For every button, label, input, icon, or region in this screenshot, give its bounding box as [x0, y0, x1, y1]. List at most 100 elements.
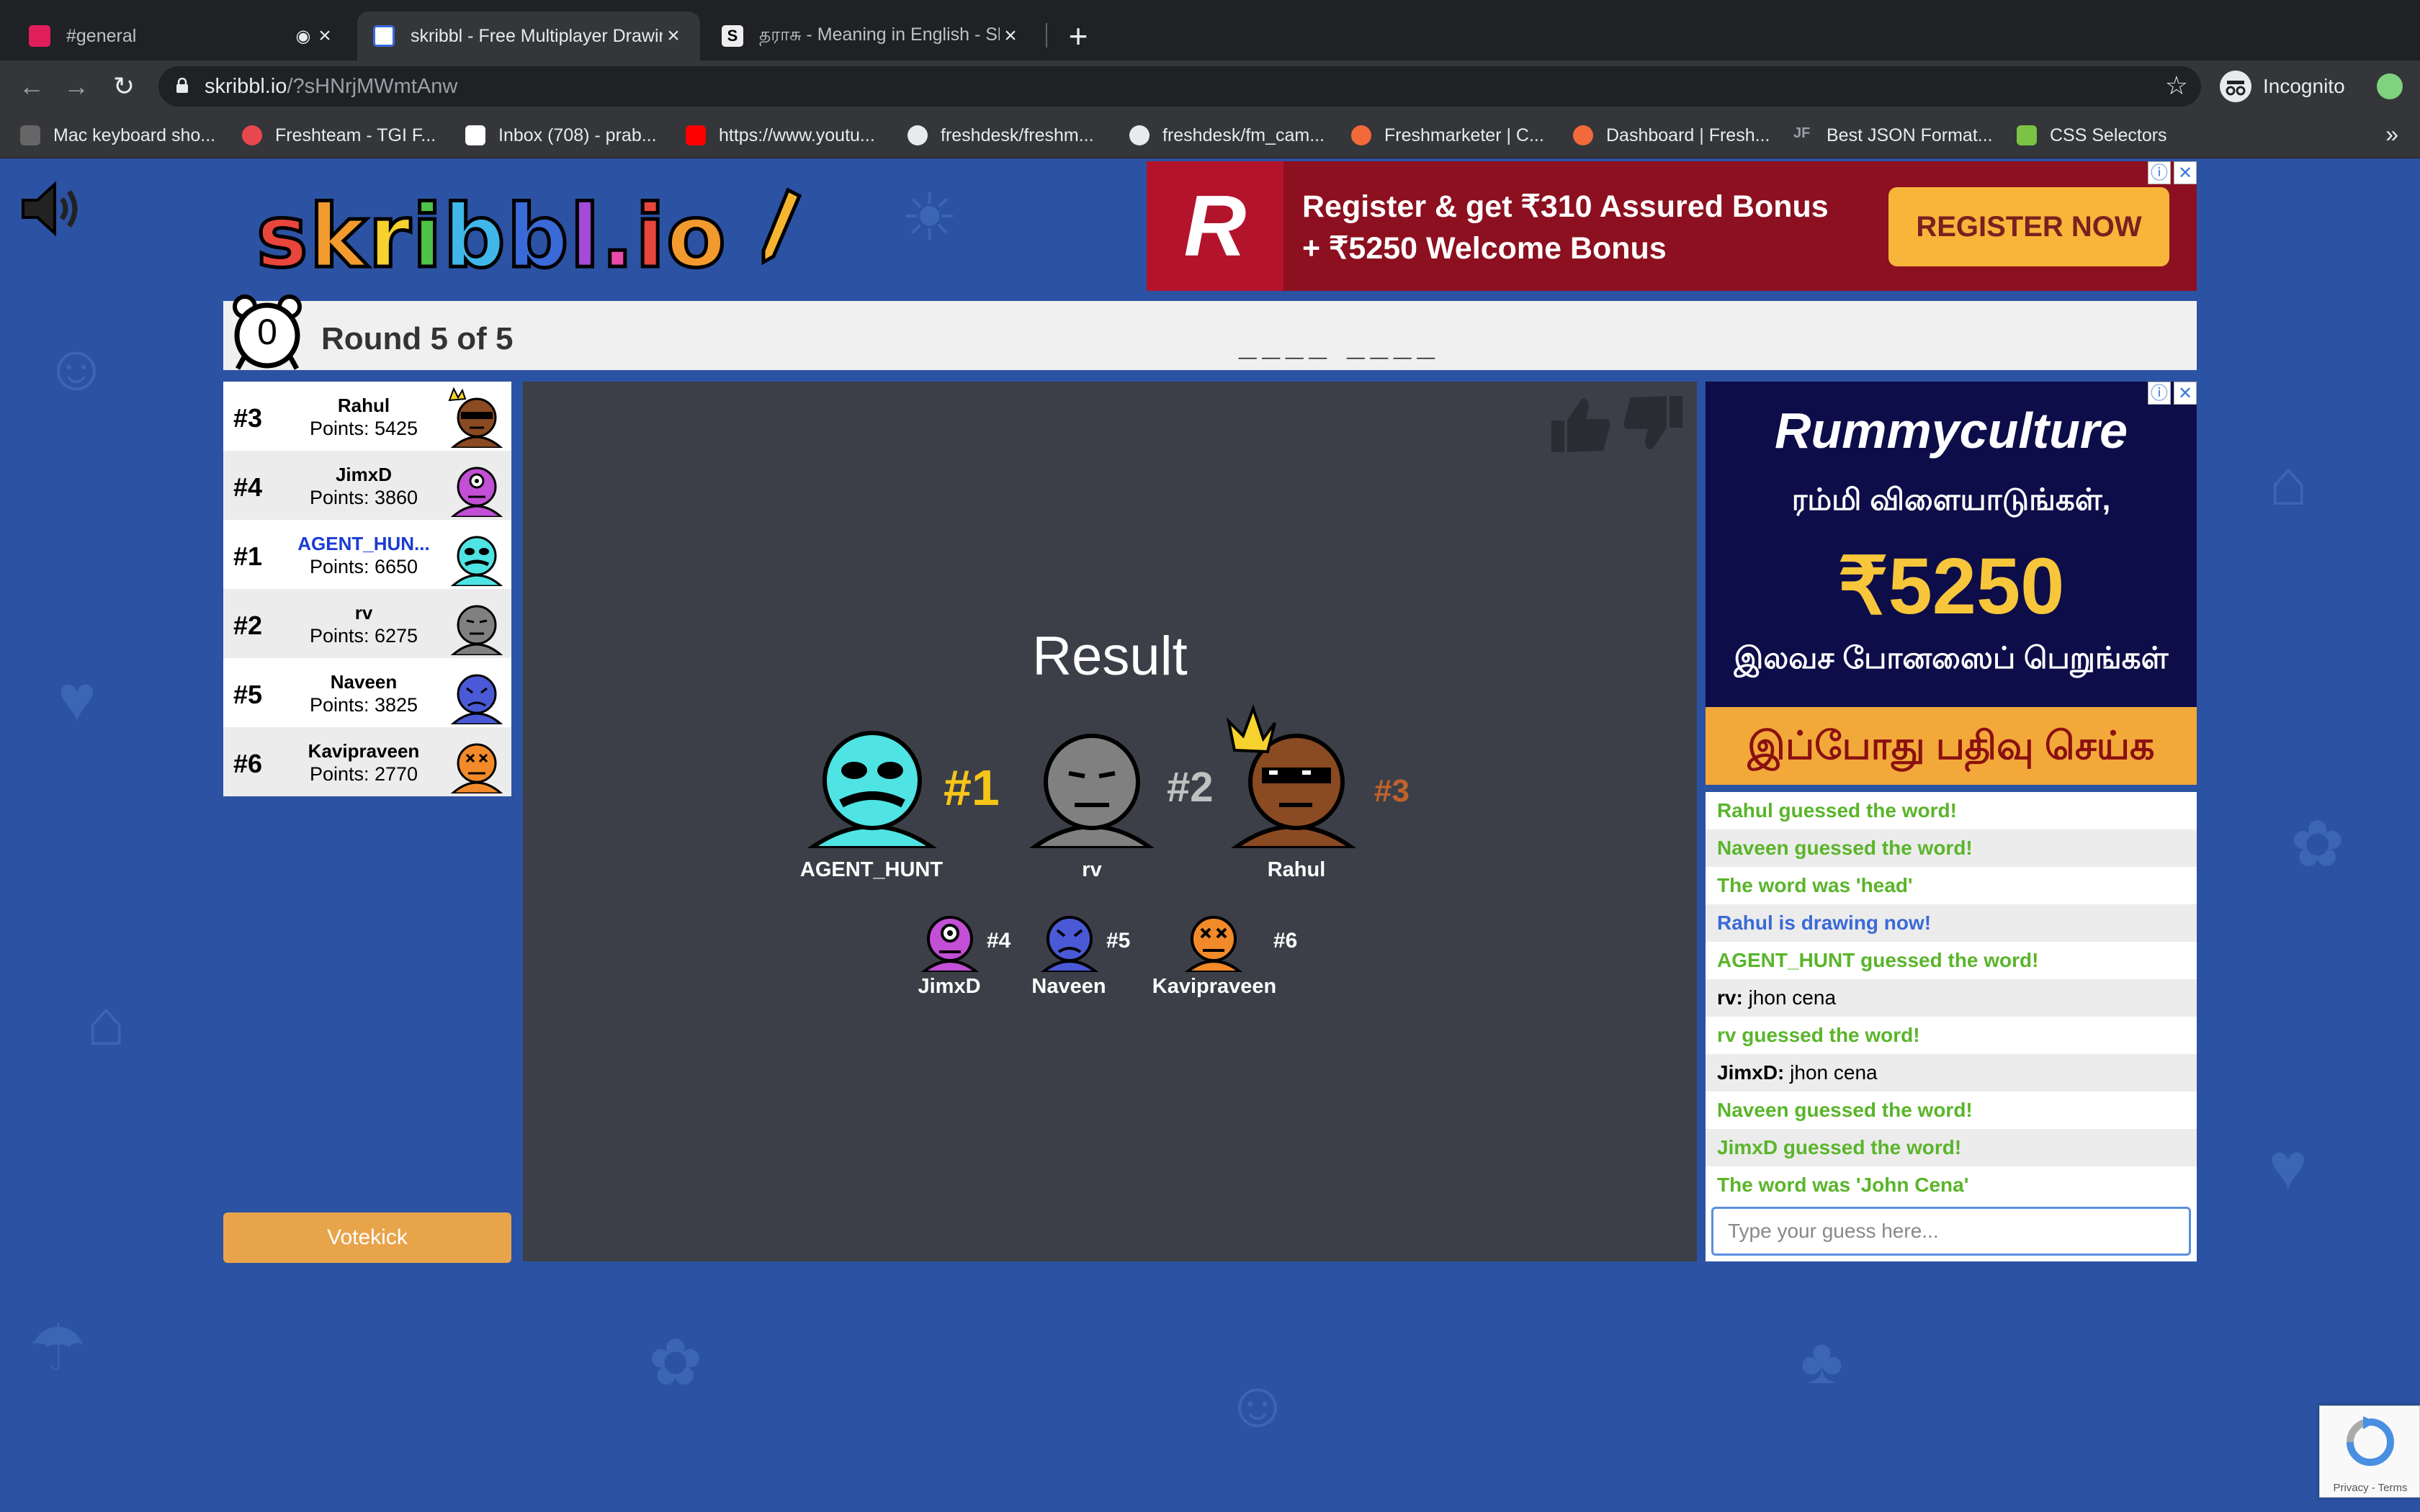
- thumbs-down-icon[interactable]: [1623, 396, 1682, 450]
- url-text: skribbl.io/?sHNrjMWmtAnw: [205, 75, 457, 99]
- bookmark-item[interactable]: Mac keyboard sho...: [20, 122, 215, 148]
- podium-avatar-third: [1226, 704, 1357, 848]
- bookmark-label: Freshteam - TGI F...: [275, 125, 436, 145]
- recaptcha-terms[interactable]: Privacy - Terms: [2320, 1482, 2420, 1494]
- bookmark-item[interactable]: freshdesk/freshm...: [908, 122, 1094, 148]
- chat-message: rv guessed the word!: [1717, 1024, 1920, 1046]
- podium-avatar-first: [807, 731, 938, 848]
- bookmark-item[interactable]: Freshteam - TGI F...: [242, 122, 436, 148]
- tab-title: #general: [66, 25, 137, 46]
- ad-close-icon[interactable]: ✕: [2174, 382, 2197, 405]
- bookmark-item[interactable]: Freshmarketer | C...: [1351, 122, 1544, 148]
- advertisement-banner-side[interactable]: Rummyculture ரம்மி விளையாடுங்கள், ₹5250 …: [1706, 382, 2197, 785]
- apple-icon: [20, 125, 40, 145]
- result-avatar: [920, 916, 980, 972]
- player-row[interactable]: #6 Kavipraveen Points: 2770: [223, 727, 511, 796]
- skribbl-logo: skribbl.io: [254, 186, 802, 289]
- bookmark-label: Mac keyboard sho...: [53, 125, 216, 145]
- player-avatar: [450, 536, 503, 586]
- bookmark-item[interactable]: JF Best JSON Format...: [1793, 122, 1993, 148]
- chat-message: rv: jhon cena: [1706, 979, 2197, 1017]
- chat-message: The word was 'head': [1717, 874, 1913, 896]
- bookmark-item[interactable]: CSS Selectors: [2017, 122, 2167, 148]
- votekick-button[interactable]: Votekick: [223, 1212, 511, 1263]
- player-row[interactable]: #2 rv Points: 6275: [223, 589, 511, 658]
- tab-general[interactable]: #general ◉ ×: [13, 12, 351, 60]
- doodle-icon: ✿: [648, 1327, 703, 1399]
- tab-separator: [1046, 23, 1047, 48]
- forward-button[interactable]: →: [59, 69, 94, 104]
- browser-tab-strip: #general ◉ × skribbl - Free Multiplayer …: [0, 0, 2420, 60]
- timer-value: 0: [257, 312, 277, 352]
- player-avatar: [450, 605, 503, 655]
- podium-rank-third: #3: [1374, 773, 1410, 809]
- sound-toggle-icon[interactable]: [14, 173, 86, 245]
- chat-message: JimxD: jhon cena: [1706, 1054, 2197, 1092]
- ad-info-icon[interactable]: ⓘ: [2148, 161, 2171, 184]
- bookmark-item[interactable]: Inbox (708) - prab...: [465, 122, 657, 148]
- audio-indicator-icon: ◉: [295, 26, 311, 46]
- player-row-self[interactable]: #1 AGENT_HUN... Points: 6650: [223, 520, 511, 589]
- player-name: rv: [354, 602, 373, 624]
- update-icon[interactable]: [2377, 73, 2403, 99]
- incognito-profile[interactable]: Incognito: [2220, 69, 2345, 104]
- thumbs-up-icon[interactable]: [1551, 398, 1610, 452]
- address-bar[interactable]: skribbl.io/?sHNrjMWmtAnw ☆: [158, 66, 2201, 107]
- doodle-icon: ☺: [43, 332, 109, 404]
- drawing-canvas[interactable]: Result #1 AGENT_HUNT #2 rv #3 Rahul #4 J…: [523, 382, 1697, 1261]
- ad-line-2: + ₹5250 Welcome Bonus: [1302, 231, 1667, 266]
- bookmark-label: Inbox (708) - prab...: [498, 125, 657, 145]
- bookmark-item[interactable]: Dashboard | Fresh...: [1573, 122, 1770, 148]
- tab-shabdkosh[interactable]: S தராசு - Meaning in English - Sh ×: [706, 12, 1037, 60]
- slack-icon: [29, 25, 50, 47]
- register-now-button[interactable]: REGISTER NOW: [1888, 187, 2169, 266]
- bookmark-label: https://www.youtu...: [719, 125, 875, 145]
- player-name: AGENT_HUN...: [297, 533, 430, 554]
- chat-author: JimxD:: [1717, 1061, 1785, 1084]
- bookmarks-bar: Mac keyboard sho... Freshteam - TGI F...…: [0, 112, 2420, 158]
- ad-info-icon[interactable]: ⓘ: [2148, 382, 2171, 405]
- bookmark-label: freshdesk/fm_cam...: [1162, 125, 1325, 145]
- tab-title: skribbl - Free Multiplayer Drawing: [411, 25, 663, 46]
- player-rank: #2: [233, 611, 263, 640]
- player-name: Rahul: [337, 395, 390, 416]
- bookmark-label: CSS Selectors: [2050, 125, 2167, 145]
- chat-message: The word was 'John Cena': [1717, 1174, 1969, 1196]
- player-points: Points: 6650: [309, 556, 418, 577]
- tab-skribbl[interactable]: skribbl - Free Multiplayer Drawing ×: [357, 12, 700, 60]
- chat-text: jhon cena: [1790, 1061, 1878, 1084]
- doodle-icon: ☂: [29, 1313, 87, 1385]
- bookmark-item[interactable]: freshdesk/fm_cam...: [1129, 122, 1325, 148]
- back-button[interactable]: ←: [14, 69, 49, 104]
- ad-cta-button[interactable]: இப்போது பதிவு செய்க: [1706, 707, 2197, 785]
- player-points: Points: 3860: [309, 487, 418, 508]
- bookmark-star-icon[interactable]: ☆: [2165, 71, 2188, 101]
- bookmark-item[interactable]: https://www.youtu...: [686, 122, 875, 148]
- player-avatar: [448, 387, 503, 448]
- reload-button[interactable]: ↻: [107, 69, 141, 104]
- ad-brand-logo: R: [1147, 161, 1283, 291]
- ad-amount: ₹5250: [1837, 542, 2065, 631]
- player-row[interactable]: #4 JimxD Points: 3860: [223, 451, 511, 520]
- skribbl-page: ☺ ♥ ⌂ ☂ ✿ ☺ ♣ ⌂ ✿ ♥ ☀ skribbl.io R Regis…: [0, 158, 2420, 1512]
- recaptcha-badge[interactable]: Privacy - Terms: [2319, 1405, 2420, 1498]
- profile-label: Incognito: [2263, 75, 2345, 97]
- advertisement-banner-top[interactable]: R Register & get ₹310 Assured Bonus + ₹5…: [1147, 161, 2197, 291]
- close-tab-icon[interactable]: ×: [1000, 24, 1021, 48]
- bookmarks-overflow-button[interactable]: »: [2385, 121, 2398, 148]
- rating-buttons: [1551, 396, 1682, 452]
- close-tab-icon[interactable]: ×: [314, 24, 336, 48]
- round-header: 0 Round 5 of 5 ____ ____: [223, 294, 2197, 370]
- player-name: JimxD: [335, 464, 393, 485]
- player-row[interactable]: #3 Rahul Points: 5425: [223, 382, 511, 451]
- new-tab-button[interactable]: +: [1062, 14, 1095, 58]
- player-row[interactable]: #5 Naveen Points: 3825: [223, 658, 511, 727]
- ad-text: Register & get ₹310 Assured Bonus + ₹525…: [1302, 186, 1829, 269]
- close-tab-icon[interactable]: ×: [663, 24, 684, 48]
- guess-input[interactable]: [1711, 1207, 2191, 1256]
- player-rank: #4: [233, 472, 263, 502]
- player-points: Points: 3825: [309, 694, 418, 716]
- doodle-icon: ☺: [1224, 1369, 1291, 1441]
- chat-message: Naveen guessed the word!: [1717, 1099, 1973, 1121]
- ad-close-icon[interactable]: ✕: [2174, 161, 2197, 184]
